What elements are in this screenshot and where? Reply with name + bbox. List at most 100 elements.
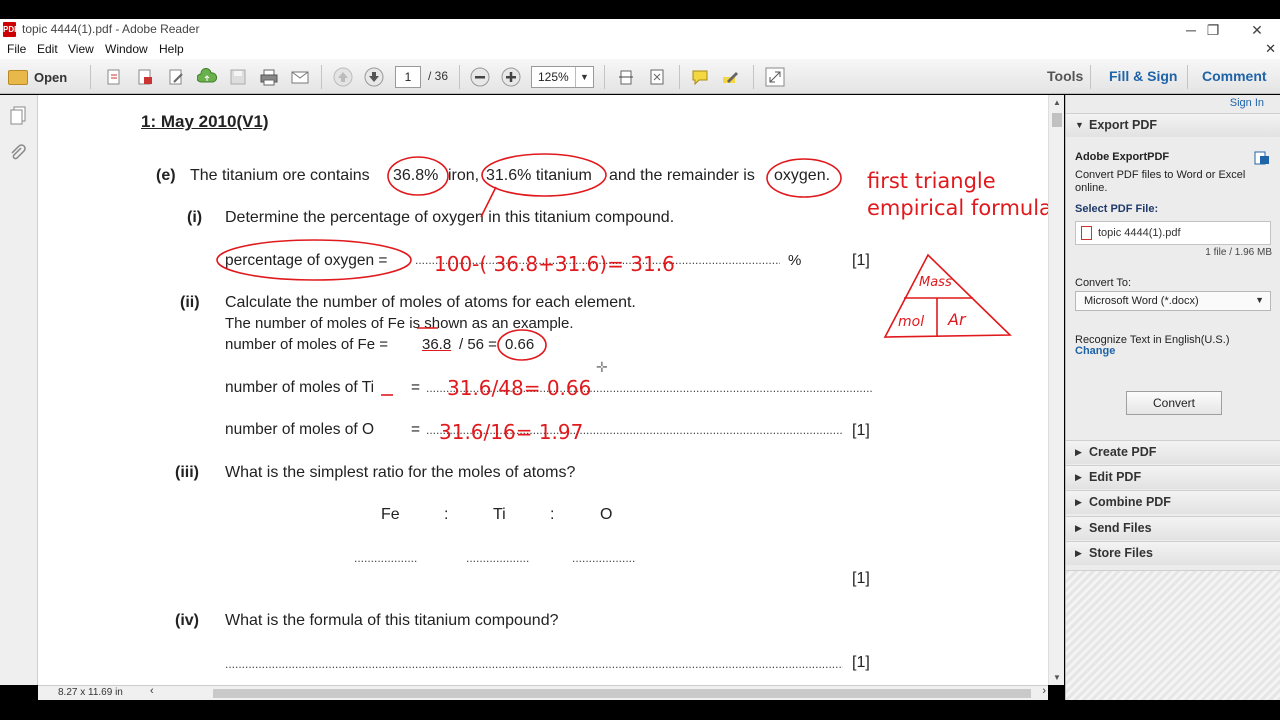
attachment-icon[interactable] <box>8 143 28 163</box>
export-pdf-label: Export PDF <box>1089 118 1158 132</box>
menu-help[interactable]: Help <box>159 42 184 56</box>
triangle-mol-label: mol <box>898 314 925 330</box>
tab-tools[interactable]: Tools <box>1047 68 1083 84</box>
navigation-pane <box>0 95 38 685</box>
highlight-icon[interactable] <box>720 66 742 88</box>
next-page-icon[interactable] <box>363 66 385 88</box>
page-dimensions: 8.27 x 11.69 in <box>58 687 123 698</box>
fit-page-icon[interactable] <box>615 66 637 88</box>
close-window-button[interactable]: ✕ <box>1236 19 1278 41</box>
note-first-triangle: first triangle <box>867 169 996 193</box>
triangle-mass-label: Mass <box>919 275 952 290</box>
note-empirical-formula: empirical formula <box>867 196 1048 220</box>
adobe-reader-icon: PDF <box>3 22 19 37</box>
convert-to-label: Convert To: <box>1075 277 1132 289</box>
scroll-up-icon[interactable]: ▲ <box>1049 98 1065 107</box>
export-pdf-section[interactable]: ▼ Export PDF <box>1066 113 1280 137</box>
zoom-out-icon[interactable] <box>469 66 491 88</box>
restore-button[interactable]: ❐ <box>1192 19 1234 41</box>
scroll-left-icon[interactable]: ‹ <box>150 685 154 697</box>
chevron-right-icon: ▶ <box>1075 548 1082 558</box>
section-label: Edit PDF <box>1089 470 1142 484</box>
export-pdf-icon[interactable] <box>134 66 156 88</box>
menu-edit[interactable]: Edit <box>37 42 58 56</box>
page-number-input[interactable]: 1 <box>395 66 421 88</box>
section-label: Store Files <box>1089 546 1153 560</box>
window-titlebar: PDF topic 4444(1).pdf - Adobe Reader ─ ❐… <box>0 19 1280 41</box>
zoom-in-icon[interactable] <box>500 66 522 88</box>
menu-window[interactable]: Window <box>105 42 148 56</box>
sticky-note-icon[interactable] <box>689 66 711 88</box>
convert-button[interactable]: Convert <box>1126 391 1222 415</box>
toolbar-separator <box>321 65 322 89</box>
toolbar-separator <box>90 65 91 89</box>
folder-icon <box>8 69 28 85</box>
email-icon[interactable] <box>289 66 311 88</box>
open-button[interactable]: Open <box>8 66 67 88</box>
toolbar-separator <box>679 65 680 89</box>
page-thumbnails-icon[interactable] <box>8 105 28 125</box>
print-icon[interactable] <box>258 66 280 88</box>
zoom-value: 125% <box>538 70 569 84</box>
convert-files-icon <box>1254 151 1270 165</box>
scroll-thumb[interactable] <box>1052 113 1062 127</box>
toolbar-separator <box>459 65 460 89</box>
scroll-down-icon[interactable]: ▼ <box>1049 673 1065 682</box>
triangle-ar-label: Ar <box>948 310 966 329</box>
toolbar-separator <box>753 65 754 89</box>
create-pdf-icon[interactable] <box>103 66 125 88</box>
selected-file-name: topic 4444(1).pdf <box>1098 227 1181 239</box>
tab-fill-sign[interactable]: Fill & Sign <box>1109 68 1177 84</box>
previous-page-icon[interactable] <box>332 66 354 88</box>
change-language-link[interactable]: Change <box>1075 345 1115 357</box>
menu-file[interactable]: File <box>7 42 26 56</box>
edit-pdf-section[interactable]: ▶ Edit PDF <box>1066 465 1280 489</box>
oxygen-calculation: 100-( 36.8+31.6)= 31.6 <box>434 252 675 276</box>
vertical-scrollbar[interactable]: ▲ ▼ <box>1048 95 1064 685</box>
menu-view[interactable]: View <box>68 42 94 56</box>
scroll-right-icon[interactable]: › <box>1042 685 1046 697</box>
zoom-select[interactable]: 125% ▼ <box>531 66 594 88</box>
file-info: 1 file / 1.96 MB <box>1205 247 1272 258</box>
section-label: Combine PDF <box>1089 495 1171 509</box>
mouse-cursor: ✛ <box>596 359 608 375</box>
combine-pdf-section[interactable]: ▶ Combine PDF <box>1066 490 1280 514</box>
toolbar-separator <box>1187 65 1188 89</box>
tab-comment[interactable]: Comment <box>1202 68 1267 84</box>
chevron-right-icon: ▶ <box>1075 523 1082 533</box>
main-toolbar: Open <box>0 59 1280 94</box>
menu-bar: File Edit View Window Help ✕ <box>0 41 1280 59</box>
save-icon[interactable] <box>227 66 249 88</box>
convert-format-select[interactable]: Microsoft Word (*.docx) ▼ <box>1075 291 1271 311</box>
store-files-section[interactable]: ▶ Store Files <box>1066 541 1280 565</box>
export-description: Convert PDF files to Word or Excel onlin… <box>1075 169 1246 194</box>
task-pane: Sign In ▼ Export PDF Adobe ExportPDF Con… <box>1065 95 1280 700</box>
titanium-calculation: 31.6/48= 0.66 <box>447 376 592 400</box>
open-label: Open <box>34 69 68 85</box>
window-title: topic 4444(1).pdf - Adobe Reader <box>22 22 200 36</box>
status-bar: 8.27 x 11.69 in ‹ › <box>38 685 1048 700</box>
selected-file-box[interactable]: topic 4444(1).pdf <box>1075 221 1271 245</box>
oxygen-moles-calculation: 31.6/16= 1.97 <box>439 420 584 444</box>
section-label: Create PDF <box>1089 445 1157 459</box>
edit-pdf-icon[interactable] <box>165 66 187 88</box>
toolbar-separator <box>604 65 605 89</box>
toolbar-separator <box>1090 65 1091 89</box>
create-pdf-section[interactable]: ▶ Create PDF <box>1066 440 1280 464</box>
send-files-section[interactable]: ▶ Send Files <box>1066 516 1280 540</box>
chevron-down-icon: ▼ <box>1255 295 1264 305</box>
chevron-right-icon: ▶ <box>1075 472 1082 482</box>
chevron-down-icon: ▼ <box>1075 120 1084 130</box>
horizontal-scroll-thumb[interactable] <box>213 689 1031 698</box>
convert-format-value: Microsoft Word (*.docx) <box>1084 295 1199 307</box>
document-page: 1: May 2010(V1) (e) The titanium ore con… <box>38 95 1048 685</box>
chevron-down-icon[interactable]: ▼ <box>575 67 593 87</box>
empty-pane-area <box>1066 570 1280 700</box>
section-label: Send Files <box>1089 521 1152 535</box>
sign-in-link[interactable]: Sign In <box>1230 97 1264 109</box>
expand-icon[interactable] <box>764 66 786 88</box>
full-screen-icon[interactable] <box>646 66 668 88</box>
close-document-icon[interactable]: ✕ <box>1265 41 1276 57</box>
black-bottom-band <box>0 700 1280 720</box>
upload-cloud-icon[interactable] <box>196 66 218 88</box>
